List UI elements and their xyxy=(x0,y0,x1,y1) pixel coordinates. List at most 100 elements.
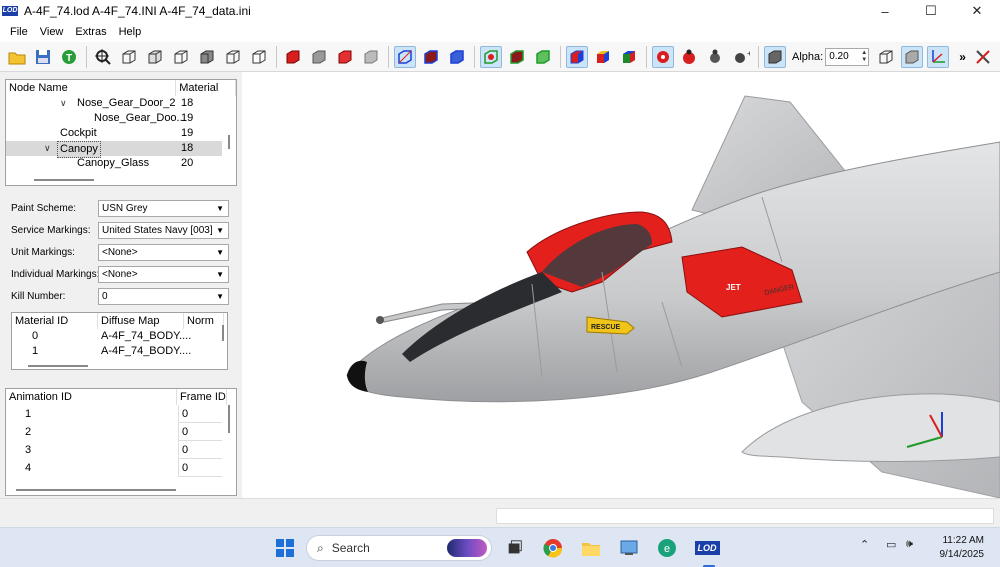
close-button[interactable]: ✕ xyxy=(954,0,1000,22)
wire-cube-icon-3[interactable] xyxy=(170,46,192,68)
zoom-extents-icon[interactable] xyxy=(92,46,114,68)
animation-horizontal-scrollbar[interactable] xyxy=(16,489,176,491)
material-id-header[interactable]: Material ID xyxy=(12,313,98,329)
control-panel-icon[interactable] xyxy=(617,536,641,560)
tree-row-selected[interactable]: ∨ Canopy 18 xyxy=(6,141,222,158)
node-tree[interactable]: Node Name Material ∨ Nose_Gear_Door_2 18… xyxy=(5,79,237,186)
green-bbox-icon-1[interactable] xyxy=(480,45,502,68)
material-horizontal-scrollbar[interactable] xyxy=(28,365,88,367)
unit-markings-select[interactable]: <None> ▼ xyxy=(98,244,229,261)
unit-markings-row: Unit Markings: <None> ▼ xyxy=(11,244,231,262)
dropdown-arrow-icon: ▼ xyxy=(216,270,224,279)
network-icon[interactable]: ▭ xyxy=(886,538,896,551)
grey-smooth-cube-icon[interactable] xyxy=(360,46,382,68)
animation-table[interactable]: Animation ID Frame ID 1 0 2 0 3 0 4 0 xyxy=(5,388,237,496)
start-windows-icon[interactable] xyxy=(273,536,297,560)
menu-bar: File View Extras Help xyxy=(0,22,1000,42)
menu-help[interactable]: Help xyxy=(113,22,148,42)
tree-node-material: 19 xyxy=(181,127,194,139)
alpha-cube-icon[interactable] xyxy=(764,45,786,68)
tools-icon[interactable] xyxy=(972,46,994,68)
table-row[interactable]: 4 0 xyxy=(6,459,236,477)
volume-icon[interactable]: 🕪 xyxy=(906,538,913,551)
table-row[interactable]: 1 A-4F_74_BODY.... xyxy=(12,344,227,359)
tree-row[interactable]: Canopy_Glass 20 xyxy=(6,156,236,171)
grey-shaded-cube-icon[interactable] xyxy=(308,46,330,68)
table-row[interactable]: 3 0 xyxy=(6,441,236,459)
table-row[interactable]: 1 0 xyxy=(6,405,236,423)
chrome-icon[interactable] xyxy=(541,536,565,560)
material-vertical-scrollbar[interactable] xyxy=(222,325,224,341)
node-name-header[interactable]: Node Name xyxy=(6,80,177,96)
expand-chevron-icon[interactable]: ∨ xyxy=(60,96,67,111)
multi-color-cube-icon-1[interactable] xyxy=(566,45,588,68)
blue-bbox-icon-1[interactable] xyxy=(394,45,416,68)
menu-view[interactable]: View xyxy=(34,22,70,42)
toolbar-overflow-button[interactable]: » xyxy=(959,50,966,64)
tray-chevron-icon[interactable]: ⌃ xyxy=(860,538,869,551)
menu-file[interactable]: File xyxy=(4,22,34,42)
task-view-icon[interactable] xyxy=(503,536,527,560)
open-folder-icon[interactable] xyxy=(6,46,28,68)
blue-bbox-icon-2[interactable] xyxy=(420,46,442,68)
normal-map-header[interactable]: Norm xyxy=(184,313,224,329)
refresh-icon[interactable]: T xyxy=(58,46,80,68)
green-bbox-icon-3[interactable] xyxy=(532,46,554,68)
tree-horizontal-scrollbar[interactable] xyxy=(34,179,94,181)
frame-id-cell[interactable]: 0 xyxy=(178,459,222,477)
taskbar-search[interactable]: ⌕ Search xyxy=(306,535,492,561)
lod-app-icon[interactable]: LOD xyxy=(693,536,721,560)
blue-bbox-icon-3[interactable] xyxy=(446,46,468,68)
animation-id-header[interactable]: Animation ID xyxy=(6,389,177,405)
animation-vertical-scrollbar[interactable] xyxy=(228,405,230,433)
tree-vertical-scrollbar[interactable] xyxy=(228,135,230,149)
material-header[interactable]: Material xyxy=(176,80,236,96)
frame-id-header[interactable]: Frame ID xyxy=(177,389,227,405)
texture-cube-icon[interactable] xyxy=(901,45,924,68)
3d-viewport[interactable]: RESCUE JET DANGER xyxy=(242,72,1000,498)
expand-chevron-icon[interactable]: ∨ xyxy=(44,141,51,156)
red-shaded-cube-icon[interactable] xyxy=(282,46,304,68)
alpha-value: 0.20 xyxy=(829,51,849,62)
bug-add-icon[interactable]: + xyxy=(730,46,752,68)
diffuse-map-header[interactable]: Diffuse Map xyxy=(98,313,184,329)
paint-scheme-value: USN Grey xyxy=(102,203,148,214)
tree-row[interactable]: Nose_Gear_Doo... 19 xyxy=(6,111,236,126)
wire-cube-icon-4[interactable] xyxy=(222,46,244,68)
material-table[interactable]: Material ID Diffuse Map Norm 0 A-4F_74_B… xyxy=(11,312,228,370)
wire-cube-icon-6[interactable] xyxy=(875,46,897,68)
bug-target-icon[interactable] xyxy=(652,45,674,68)
wire-cube-icon-5[interactable] xyxy=(248,46,270,68)
frame-id-cell[interactable]: 0 xyxy=(178,405,222,423)
tree-row[interactable]: ∨ Nose_Gear_Door_2 18 xyxy=(6,96,236,111)
frame-id-cell[interactable]: 0 xyxy=(178,441,222,459)
individual-markings-select[interactable]: <None> ▼ xyxy=(98,266,229,283)
solid-cube-icon-1[interactable] xyxy=(196,46,218,68)
tree-row[interactable]: Cockpit 19 xyxy=(6,126,236,141)
bug-red-icon[interactable] xyxy=(678,46,700,68)
wire-cube-icon-1[interactable] xyxy=(118,46,140,68)
red-smooth-cube-icon[interactable] xyxy=(334,46,356,68)
kill-number-select[interactable]: 0 ▼ xyxy=(98,288,229,305)
menu-extras[interactable]: Extras xyxy=(69,22,112,42)
table-row[interactable]: 0 A-4F_74_BODY.... xyxy=(12,329,227,344)
green-bbox-icon-2[interactable] xyxy=(506,46,528,68)
paint-scheme-select[interactable]: USN Grey ▼ xyxy=(98,200,229,217)
frame-id-cell[interactable]: 0 xyxy=(178,423,222,441)
maximize-button[interactable]: ☐ xyxy=(908,0,954,22)
spinner-arrows-icon[interactable]: ▲ ▼ xyxy=(861,50,867,64)
save-icon[interactable] xyxy=(32,46,54,68)
toolbar-separator xyxy=(86,45,87,68)
multi-color-cube-icon-2[interactable] xyxy=(592,46,614,68)
alpha-spinner[interactable]: 0.20 ▲ ▼ xyxy=(825,47,870,66)
system-clock[interactable]: 11:22 AM 9/14/2025 xyxy=(940,534,985,562)
service-markings-select[interactable]: United States Navy [003] ▼ xyxy=(98,222,229,239)
edge-icon[interactable]: e xyxy=(655,536,679,560)
wire-cube-icon-2[interactable] xyxy=(144,46,166,68)
minimize-button[interactable]: – xyxy=(862,0,908,22)
multi-color-cube-icon-3[interactable] xyxy=(618,46,640,68)
file-explorer-icon[interactable] xyxy=(579,536,603,560)
bug-grey-icon[interactable] xyxy=(704,46,726,68)
table-row[interactable]: 2 0 xyxy=(6,423,236,441)
axes-icon[interactable] xyxy=(927,45,950,68)
